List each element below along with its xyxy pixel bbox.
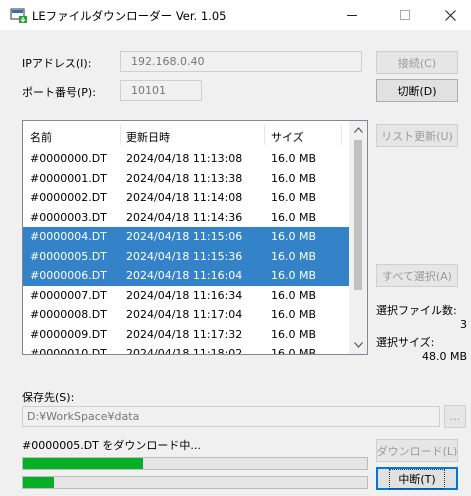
port-label: ポート番号(P):	[22, 86, 96, 99]
browse-button-label: ...	[449, 410, 461, 423]
window-title: LEファイルダウンローダー Ver. 1.05	[32, 9, 227, 23]
file-size-cell: 16.0 MB	[271, 327, 317, 341]
column-header-name[interactable]: 名前	[30, 129, 52, 145]
file-list-row[interactable]: #0000006.DT 2024/04/18 11:16:04 16.0 MB	[23, 266, 349, 286]
file-size-cell: 16.0 MB	[271, 249, 317, 263]
selected-count-value: 3	[460, 318, 467, 331]
save-path-field[interactable]: D:¥WorkSpace¥data	[22, 406, 440, 427]
refresh-list-button[interactable]: リスト更新(U)	[376, 124, 458, 147]
file-list-row[interactable]: #0000000.DT 2024/04/18 11:13:08 16.0 MB	[23, 149, 349, 169]
file-name-cell: #0000004.DT	[30, 230, 107, 243]
column-divider[interactable]	[264, 125, 265, 145]
file-name-cell: #0000003.DT	[30, 210, 107, 224]
file-date-cell: 2024/04/18 11:14:08	[126, 191, 243, 204]
file-size-cell: 16.0 MB	[271, 152, 317, 165]
file-date-cell: 2024/04/18 11:17:04	[126, 308, 243, 321]
select-all-button[interactable]: すべて選択(A)	[376, 264, 458, 287]
file-name-cell: #0000009.DT	[30, 327, 107, 341]
file-date-cell: 2024/04/18 11:18:02	[126, 347, 243, 355]
close-icon	[444, 9, 456, 21]
file-date-cell: 2024/04/18 11:13:38	[126, 171, 243, 185]
download-button-label: ダウンロード(L)	[376, 444, 458, 458]
file-size-cell: 16.0 MB	[271, 308, 317, 321]
file-date-cell: 2024/04/18 11:17:32	[126, 327, 243, 341]
total-progress-fill	[23, 477, 54, 488]
selected-count-label: 選択ファイル数:	[376, 304, 457, 317]
maximize-button[interactable]	[383, 0, 427, 30]
file-list-row[interactable]: #0000008.DT 2024/04/18 11:17:04 16.0 MB	[23, 305, 349, 325]
file-list-row[interactable]: #0000002.DT 2024/04/18 11:14:08 16.0 MB	[23, 188, 349, 208]
minimize-icon	[347, 15, 357, 16]
connect-button[interactable]: 接続(C)	[376, 51, 458, 74]
file-date-cell: 2024/04/18 11:15:36	[126, 249, 243, 263]
abort-button[interactable]: 中断(T)	[376, 467, 458, 490]
file-size-cell: 16.0 MB	[271, 230, 317, 243]
disconnect-button[interactable]: 切断(D)	[376, 79, 458, 102]
selected-size-value: 48.0 MB	[421, 350, 467, 363]
file-progress-fill	[23, 458, 144, 469]
minimize-button[interactable]	[330, 0, 374, 30]
column-divider[interactable]	[120, 125, 121, 145]
disconnect-button-label: 切断(D)	[397, 84, 437, 98]
column-header-size[interactable]: サイズ	[271, 129, 304, 145]
file-list-row[interactable]: #0000004.DT 2024/04/18 11:15:06 16.0 MB	[23, 227, 349, 247]
file-list-row[interactable]: #0000010.DT 2024/04/18 11:18:02 16.0 MB	[23, 344, 349, 355]
file-list-row[interactable]: #0000003.DT 2024/04/18 11:14:36 16.0 MB	[23, 208, 349, 228]
file-list-header: 名前 更新日時 サイズ	[23, 121, 349, 149]
scroll-up-button[interactable]	[349, 121, 367, 139]
ip-address-field[interactable]: 192.168.0.40	[120, 51, 362, 72]
download-status-text: #0000005.DT をダウンロード中...	[22, 439, 201, 452]
file-size-cell: 16.0 MB	[271, 347, 317, 355]
file-size-cell: 16.0 MB	[271, 269, 317, 282]
file-list-row[interactable]: #0000001.DT 2024/04/18 11:13:38 16.0 MB	[23, 169, 349, 189]
file-size-cell: 16.0 MB	[271, 210, 317, 224]
chevron-up-icon	[353, 127, 363, 133]
scroll-down-button[interactable]	[349, 336, 367, 354]
title-bar: LEファイルダウンローダー Ver. 1.05	[0, 0, 471, 30]
file-date-cell: 2024/04/18 11:16:34	[126, 288, 243, 302]
column-header-date[interactable]: 更新日時	[126, 129, 170, 145]
browse-button[interactable]: ...	[444, 405, 466, 428]
file-size-cell: 16.0 MB	[271, 288, 317, 302]
column-divider[interactable]	[341, 125, 342, 145]
file-name-cell: #0000010.DT	[30, 347, 107, 355]
abort-button-label: 中断(T)	[389, 468, 445, 489]
file-list-row[interactable]: #0000009.DT 2024/04/18 11:17:32 16.0 MB	[23, 325, 349, 345]
selected-size-label: 選択サイズ:	[376, 336, 435, 349]
file-name-cell: #0000000.DT	[30, 152, 107, 165]
file-name-cell: #0000001.DT	[30, 171, 107, 185]
file-progress-bar	[22, 457, 368, 470]
chevron-down-icon	[353, 342, 363, 348]
vertical-scrollbar[interactable]	[349, 121, 367, 354]
save-path-label: 保存先(S):	[22, 391, 75, 404]
ip-address-label: IPアドレス(I):	[22, 57, 92, 70]
app-icon	[10, 8, 27, 23]
connect-button-label: 接続(C)	[397, 56, 437, 70]
file-list-row[interactable]: #0000007.DT 2024/04/18 11:16:34 16.0 MB	[23, 286, 349, 306]
file-date-cell: 2024/04/18 11:15:06	[126, 230, 243, 243]
file-date-cell: 2024/04/18 11:16:04	[126, 269, 243, 282]
port-field[interactable]: 10101	[120, 80, 202, 101]
file-date-cell: 2024/04/18 11:13:08	[126, 152, 243, 165]
file-list-row[interactable]: #0000005.DT 2024/04/18 11:15:36 16.0 MB	[23, 246, 349, 266]
file-name-cell: #0000007.DT	[30, 288, 107, 302]
file-date-cell: 2024/04/18 11:14:36	[126, 210, 243, 224]
file-list[interactable]: 名前 更新日時 サイズ #0000000.DT 2024/04/18 11:13:…	[22, 120, 368, 355]
file-name-cell: #0000006.DT	[30, 269, 107, 282]
close-button[interactable]	[428, 0, 471, 30]
file-size-cell: 16.0 MB	[271, 191, 317, 204]
file-name-cell: #0000005.DT	[30, 249, 107, 263]
file-name-cell: #0000008.DT	[30, 308, 107, 321]
file-size-cell: 16.0 MB	[271, 171, 317, 185]
scroll-thumb[interactable]	[354, 140, 362, 290]
maximize-icon	[400, 10, 410, 20]
download-button[interactable]: ダウンロード(L)	[376, 439, 458, 462]
select-all-button-label: すべて選択(A)	[382, 269, 452, 283]
refresh-list-button-label: リスト更新(U)	[381, 129, 453, 143]
file-list-rows: #0000000.DT 2024/04/18 11:13:08 16.0 MB #00…	[23, 149, 349, 355]
file-name-cell: #0000002.DT	[30, 191, 107, 204]
total-progress-bar	[22, 476, 368, 489]
